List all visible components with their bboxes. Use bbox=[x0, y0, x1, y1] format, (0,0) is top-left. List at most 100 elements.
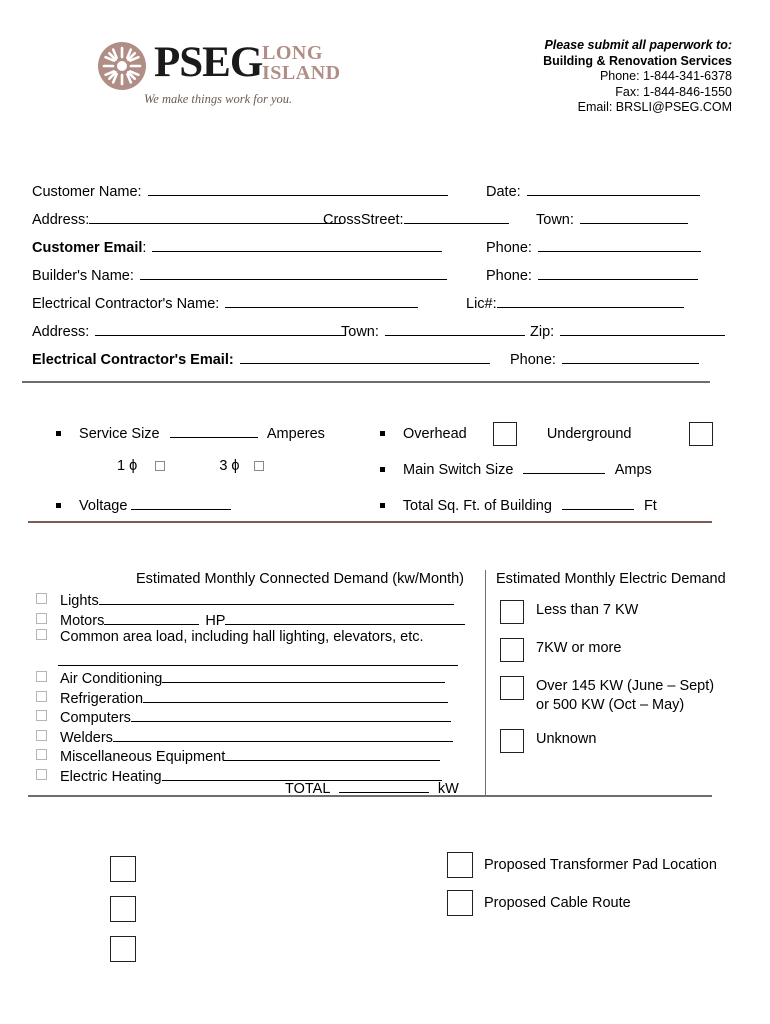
list-item[interactable]: Lights bbox=[36, 590, 486, 610]
amperes-label: Amperes bbox=[266, 426, 325, 442]
computers-input[interactable] bbox=[130, 707, 451, 722]
main-switch-input[interactable] bbox=[523, 458, 606, 474]
refrigeration-checkbox[interactable] bbox=[36, 690, 47, 702]
divider-top bbox=[22, 381, 710, 383]
common-area-load-label: Common area load, including hall lightin… bbox=[60, 629, 424, 645]
underground-checkbox[interactable] bbox=[688, 422, 713, 446]
list-item[interactable]: Proposed Cable Route bbox=[447, 890, 717, 916]
motors-input[interactable] bbox=[104, 610, 200, 625]
row-address: Address: CrossStreet: Town: bbox=[0, 208, 770, 236]
customer-email-input[interactable] bbox=[152, 236, 443, 252]
voltage-input[interactable] bbox=[131, 494, 232, 510]
common-area-load-checkbox[interactable] bbox=[36, 629, 47, 640]
list-item[interactable]: Refrigeration bbox=[36, 688, 486, 708]
builder-phone-label: Phone: bbox=[486, 268, 532, 284]
contractor-address-label: Address: bbox=[32, 324, 90, 340]
overhead-checkbox[interactable] bbox=[492, 422, 517, 446]
bullet-icon bbox=[380, 430, 385, 436]
legend-box-2[interactable] bbox=[110, 896, 136, 922]
less-than-7kw-checkbox[interactable] bbox=[500, 600, 524, 624]
customer-name-label: Customer Name: bbox=[32, 184, 142, 200]
list-item[interactable]: Computers bbox=[36, 707, 486, 727]
welders-checkbox[interactable] bbox=[36, 729, 47, 741]
computers-checkbox[interactable] bbox=[36, 710, 47, 721]
logo-brand-text: PSEG bbox=[154, 39, 263, 86]
motors-checkbox[interactable] bbox=[36, 612, 47, 624]
legend-box-1[interactable] bbox=[110, 856, 136, 882]
license-number-input[interactable] bbox=[496, 292, 684, 308]
phase-3-checkbox[interactable] bbox=[253, 460, 264, 471]
connected-demand-title: Estimated Monthly Connected Demand (kw/M… bbox=[136, 571, 465, 587]
overhead-label: Overhead bbox=[403, 425, 467, 442]
town-input[interactable] bbox=[579, 208, 688, 224]
contractor-address-input[interactable] bbox=[95, 320, 346, 336]
transformer-pad-checkbox[interactable] bbox=[447, 852, 473, 878]
electric-heating-checkbox[interactable] bbox=[36, 768, 47, 780]
customer-name-input[interactable] bbox=[147, 180, 448, 196]
phase-1-checkbox[interactable] bbox=[155, 460, 166, 471]
service-size-input[interactable] bbox=[169, 422, 258, 438]
list-item[interactable]: Unknown bbox=[500, 729, 760, 753]
underground-label: Underground bbox=[546, 425, 632, 442]
main-switch-row: Main Switch Size Amps bbox=[380, 458, 652, 478]
builder-phone-input[interactable] bbox=[537, 264, 698, 280]
contractor-town-input[interactable] bbox=[384, 320, 525, 336]
connected-demand-list: Lights Motors HP Common area load, inclu… bbox=[36, 590, 486, 785]
amps-label: Amps bbox=[614, 462, 652, 478]
builder-name-label: Builder's Name: bbox=[32, 268, 134, 284]
voltage-row: Voltage bbox=[56, 494, 232, 514]
logo-region-text: LONG ISLAND bbox=[262, 43, 341, 83]
bullet-icon bbox=[56, 430, 61, 436]
contractor-email-input[interactable] bbox=[239, 348, 490, 364]
over-145kw-checkbox[interactable] bbox=[500, 676, 524, 700]
phase-1-label: 1 ϕ bbox=[117, 458, 138, 474]
license-number-label: Lic#: bbox=[466, 296, 497, 312]
list-item[interactable]: Motors HP bbox=[36, 610, 486, 630]
date-input[interactable] bbox=[526, 180, 700, 196]
7kw-or-more-label: 7KW or more bbox=[536, 640, 622, 656]
total-sqft-input[interactable] bbox=[561, 494, 634, 510]
list-item[interactable]: Less than 7 KW bbox=[500, 600, 760, 624]
divider-service bbox=[28, 521, 712, 523]
legend-box-3[interactable] bbox=[110, 936, 136, 962]
7kw-or-more-checkbox[interactable] bbox=[500, 638, 524, 662]
list-item[interactable]: Over 145 KW (June – Sept) or 500 KW (Oct… bbox=[500, 676, 760, 715]
motors-hp-input[interactable] bbox=[225, 610, 466, 625]
list-item[interactable]: 7KW or more bbox=[500, 638, 760, 662]
contractor-phone-input[interactable] bbox=[561, 348, 699, 364]
list-item[interactable]: Proposed Transformer Pad Location bbox=[447, 852, 717, 878]
contractor-name-input[interactable] bbox=[225, 292, 419, 308]
electric-demand-options: Less than 7 KW 7KW or more Over 145 KW (… bbox=[500, 600, 760, 767]
refrigeration-input[interactable] bbox=[143, 688, 449, 703]
voltage-label: Voltage bbox=[79, 498, 128, 514]
address-input[interactable] bbox=[89, 208, 343, 224]
zip-label: Zip: bbox=[530, 324, 555, 340]
lights-checkbox[interactable] bbox=[36, 593, 47, 604]
motors-label: Motors bbox=[60, 612, 105, 629]
customer-phone-input[interactable] bbox=[537, 236, 701, 252]
sunburst-icon bbox=[98, 42, 146, 90]
zip-input[interactable] bbox=[560, 320, 726, 336]
list-item[interactable]: Welders bbox=[36, 727, 486, 747]
row-customer-name: Customer Name: Date: bbox=[0, 180, 770, 208]
total-input[interactable] bbox=[338, 777, 429, 793]
list-item[interactable]: Air Conditioning bbox=[36, 668, 486, 688]
common-area-load-input[interactable] bbox=[58, 651, 458, 666]
customer-phone-label: Phone: bbox=[486, 240, 532, 256]
list-item[interactable]: Common area load, including hall lightin… bbox=[36, 629, 486, 649]
welders-input[interactable] bbox=[112, 727, 453, 742]
builder-name-input[interactable] bbox=[139, 264, 447, 280]
refrigeration-label: Refrigeration bbox=[60, 690, 144, 707]
logo-tagline: We make things work for you. bbox=[144, 92, 293, 106]
miscellaneous-equipment-checkbox[interactable] bbox=[36, 749, 47, 760]
cross-street-input[interactable] bbox=[403, 208, 509, 224]
air-conditioning-checkbox[interactable] bbox=[36, 671, 47, 682]
miscellaneous-equipment-input[interactable] bbox=[225, 746, 441, 761]
row-contractor-email: Electrical Contractor's Email: Phone: bbox=[0, 348, 770, 376]
list-item[interactable]: Miscellaneous Equipment bbox=[36, 746, 486, 766]
row-contractor-address: Address: Town: Zip: bbox=[0, 320, 770, 348]
air-conditioning-input[interactable] bbox=[162, 668, 446, 683]
cable-route-checkbox[interactable] bbox=[447, 890, 473, 916]
unknown-checkbox[interactable] bbox=[500, 729, 524, 753]
lights-input[interactable] bbox=[98, 590, 454, 605]
